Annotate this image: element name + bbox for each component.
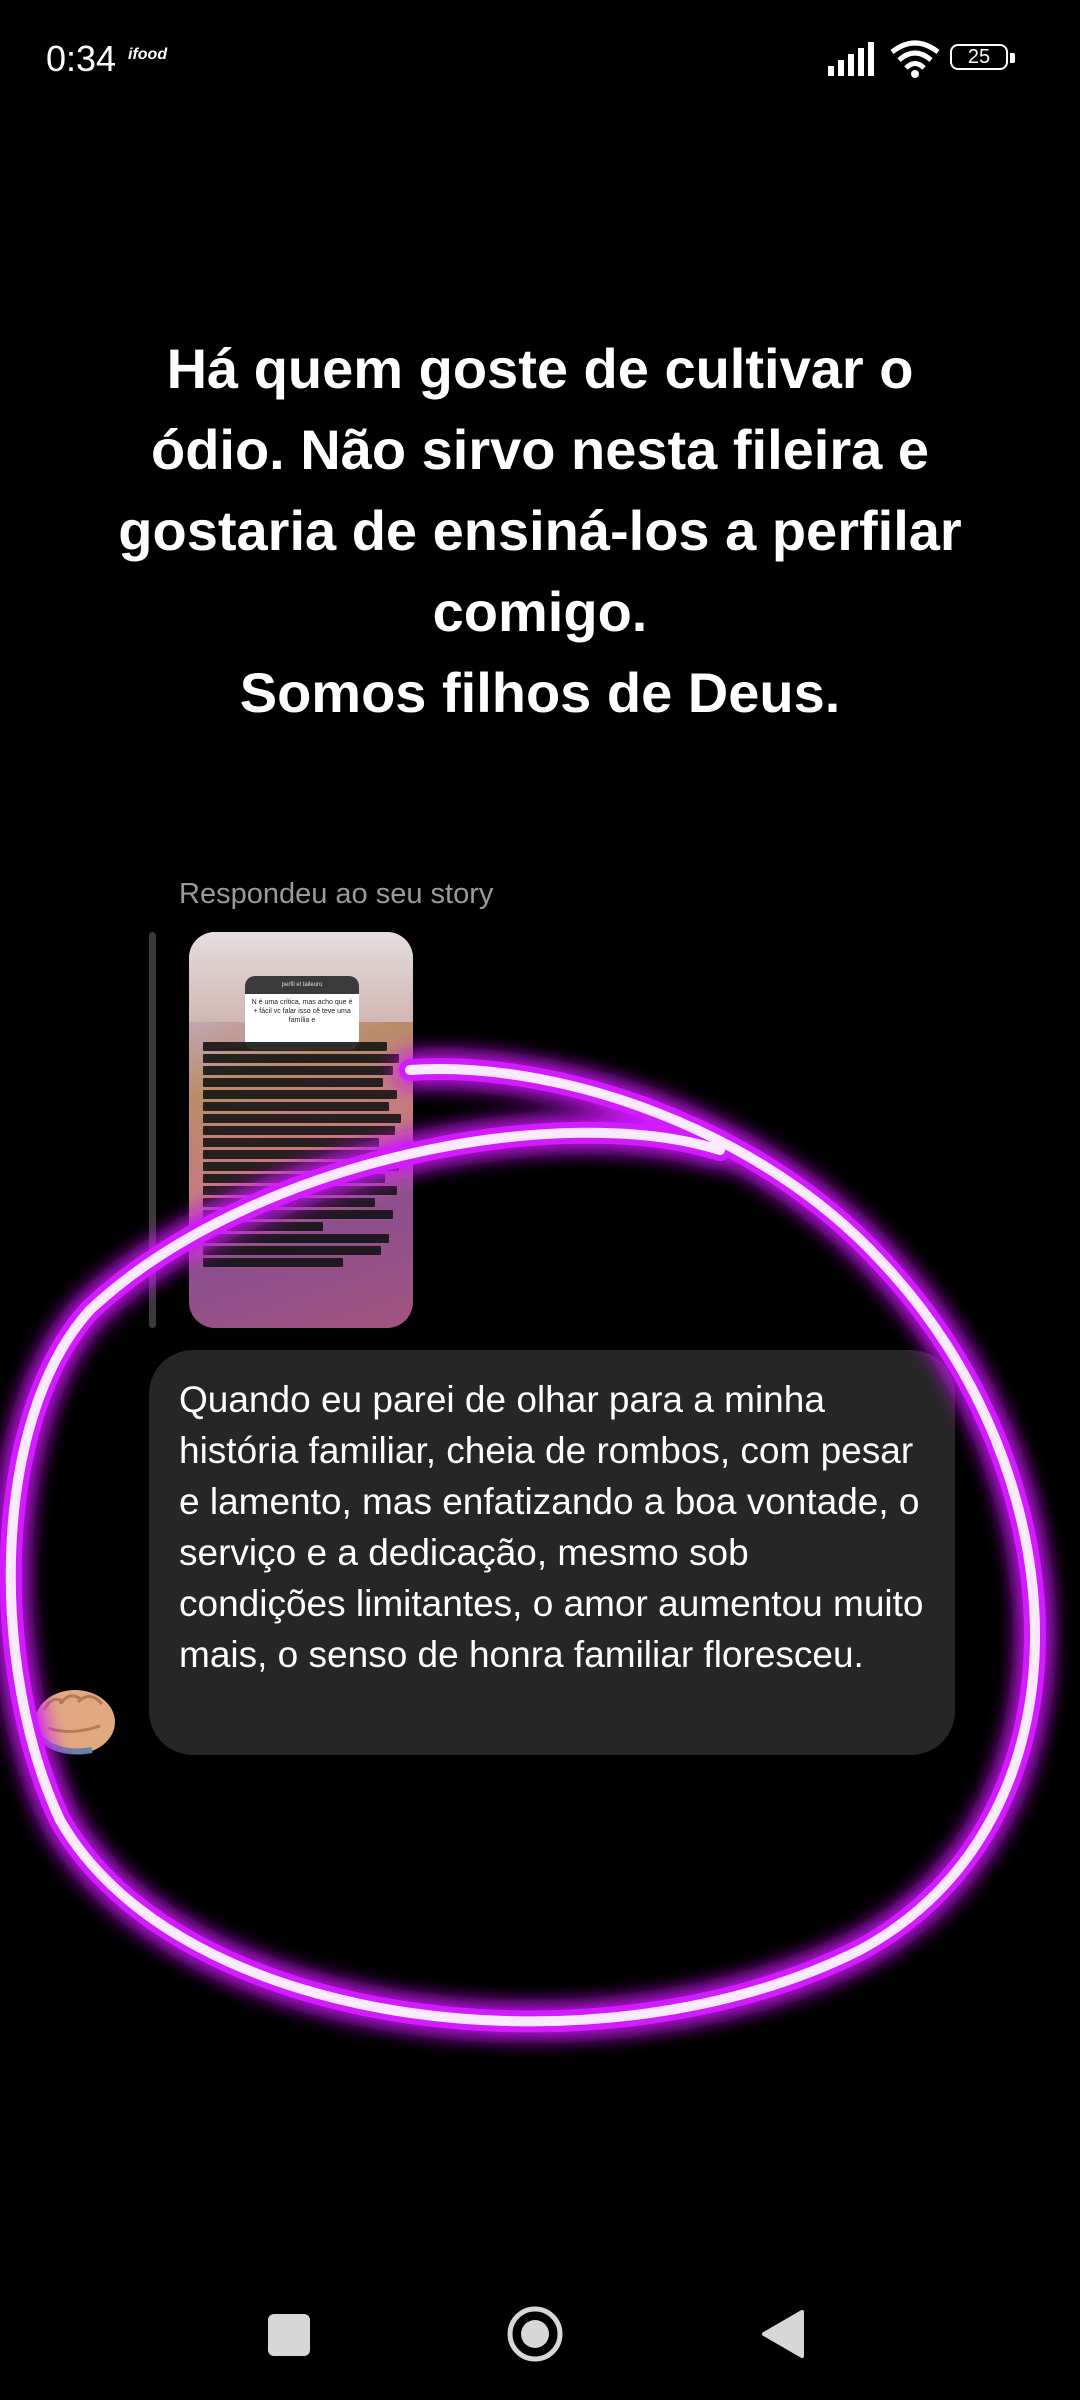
story-headline: Há quem goste de cultivar o ódio. Não si…	[40, 328, 1040, 733]
status-bar: 0:34 ifood 25	[0, 0, 1080, 120]
headline-line: comigo.	[432, 580, 648, 643]
back-triangle-icon[interactable]	[758, 2308, 808, 2360]
headline-line: Há quem goste de cultivar o	[166, 337, 914, 400]
story-question-sticker: perfil el taileuro N é uma crítica, mas …	[245, 976, 359, 1050]
ifood-notification-icon: ifood	[128, 46, 168, 63]
status-time: 0:34	[46, 38, 117, 79]
message-bubble[interactable]: Quando eu parei de olhar para a minha hi…	[149, 1350, 955, 1755]
story-text-block	[203, 1042, 403, 1270]
wifi-icon	[890, 40, 940, 78]
headline-line: gostaria de ensiná-los a perfilar	[118, 499, 962, 562]
reply-label: Respondeu ao seu story	[179, 878, 494, 910]
message-text: Quando eu parei de olhar para a minha hi…	[179, 1379, 924, 1675]
story-question-header: perfil el taileuro	[245, 976, 359, 994]
battery-level: 25	[967, 46, 991, 68]
story-question-text: N é uma crítica, mas acho que é + fácil …	[251, 999, 353, 1024]
headline-line: Somos filhos de Deus.	[239, 661, 841, 724]
home-circle-icon[interactable]	[506, 2305, 564, 2363]
headline-line: ódio. Não sirvo nesta fileira e	[150, 418, 929, 481]
recents-square-icon[interactable]	[268, 2314, 310, 2356]
signal-icon	[828, 42, 874, 76]
reply-quote-bar	[149, 932, 156, 1328]
story-thumbnail[interactable]: perfil el taileuro N é uma crítica, mas …	[189, 932, 413, 1328]
fist-emoji-icon	[35, 1690, 115, 1755]
battery-icon: 25	[950, 44, 1016, 74]
